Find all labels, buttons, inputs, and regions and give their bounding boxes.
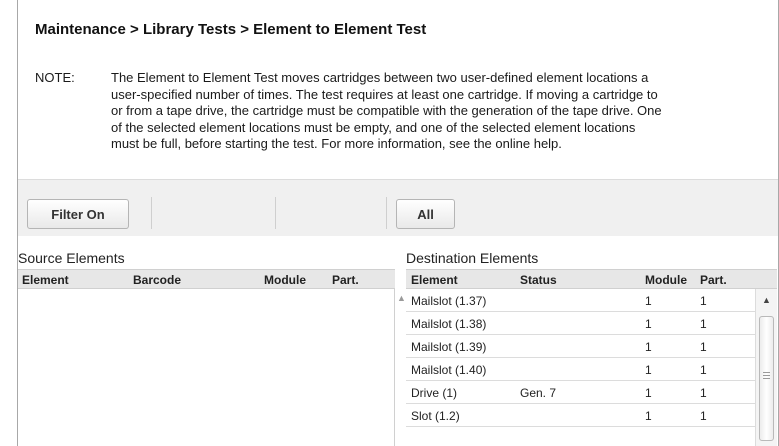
cell-part: 1 <box>700 294 707 308</box>
arrow-up-icon[interactable]: ▲ <box>762 295 771 305</box>
cell-element: Mailslot (1.39) <box>411 340 487 354</box>
cell-part: 1 <box>700 317 707 331</box>
note-line: user-specified number of times. The test… <box>111 86 658 102</box>
destination-scrollbar[interactable]: ▲ <box>755 289 777 446</box>
table-row[interactable]: Mailslot (1.40) 1 1 <box>406 358 755 381</box>
all-button[interactable]: All <box>396 199 455 229</box>
cell-element: Slot (1.2) <box>411 409 460 423</box>
note-line: must be full, before starting the test. … <box>111 136 562 152</box>
table-row[interactable]: Mailslot (1.37) 1 1 <box>406 289 755 312</box>
note-line: The Element to Element Test moves cartri… <box>111 70 649 85</box>
destination-table-header: Element Status Module Part. <box>406 269 777 289</box>
column-header-part[interactable]: Part. <box>332 273 359 287</box>
cell-element: Drive (1) <box>411 386 458 400</box>
column-header-status[interactable]: Status <box>520 273 557 287</box>
table-row[interactable]: Mailslot (1.38) 1 1 <box>406 312 755 335</box>
content-panel: Maintenance > Library Tests > Element to… <box>17 0 779 446</box>
column-header-module[interactable]: Module <box>264 273 306 287</box>
cell-part: 1 <box>700 409 707 423</box>
toolbar-divider <box>275 197 276 229</box>
table-row[interactable]: Mailslot (1.39) 1 1 <box>406 335 755 358</box>
source-table-header: Element Barcode Module Part. <box>18 269 395 289</box>
table-row[interactable]: Slot (1.2) 1 1 <box>406 404 755 427</box>
toolbar-divider <box>386 197 387 229</box>
cell-part: 1 <box>700 340 707 354</box>
column-header-barcode[interactable]: Barcode <box>133 273 181 287</box>
source-elements-table[interactable] <box>18 289 395 446</box>
arrow-up-icon[interactable]: ▲ <box>397 293 406 303</box>
cell-status: Gen. 7 <box>520 386 557 400</box>
note-line: or from a tape drive, the cartridge must… <box>111 103 662 119</box>
note-line: of the selected element locations must b… <box>111 119 636 135</box>
cell-element: Mailslot (1.38) <box>411 317 487 331</box>
column-header-part[interactable]: Part. <box>700 273 727 287</box>
cell-part: 1 <box>700 386 707 400</box>
cell-module: 1 <box>645 340 652 354</box>
scrollbar-thumb[interactable] <box>759 316 774 441</box>
filter-on-button[interactable]: Filter On <box>27 199 129 229</box>
destination-elements-title: Destination Elements <box>406 250 539 266</box>
cell-element: Mailslot (1.40) <box>411 363 487 377</box>
note-label: NOTE: <box>35 70 75 85</box>
cell-part: 1 <box>700 363 707 377</box>
cell-module: 1 <box>645 363 652 377</box>
cell-module: 1 <box>645 294 652 308</box>
table-row[interactable]: Drive (1) Gen. 7 1 1 <box>406 381 755 404</box>
page-title: Maintenance > Library Tests > Element to… <box>35 21 427 38</box>
note-text: The Element to Element Test moves cartri… <box>111 70 776 153</box>
column-header-element[interactable]: Element <box>22 273 69 287</box>
grip-icon <box>763 372 770 381</box>
column-header-module[interactable]: Module <box>645 273 687 287</box>
cell-module: 1 <box>645 409 652 423</box>
cell-module: 1 <box>645 386 652 400</box>
cell-element: Mailslot (1.37) <box>411 294 487 308</box>
cell-module: 1 <box>645 317 652 331</box>
toolbar-divider <box>151 197 152 229</box>
source-elements-title: Source Elements <box>18 250 125 266</box>
filter-toolbar: Filter On All <box>18 179 778 236</box>
column-header-element[interactable]: Element <box>411 273 458 287</box>
